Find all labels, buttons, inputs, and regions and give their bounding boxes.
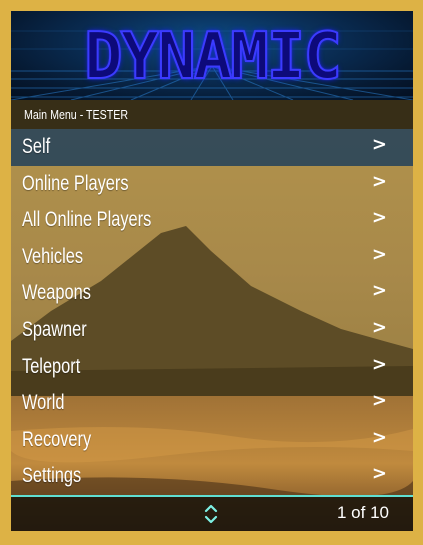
chevron-right-icon: > (371, 390, 387, 412)
menu-subtitle: Main Menu - TESTER (24, 107, 129, 122)
mod-menu-panel: DYNAMIC Main Menu - TESTER Self > Online… (11, 11, 413, 531)
mod-menu-frame: DYNAMIC Main Menu - TESTER Self > Online… (0, 0, 423, 545)
menu-list: Self > Online Players > All Online Playe… (11, 129, 413, 495)
chevron-right-icon: > (371, 243, 387, 265)
menu-item-label: Settings (22, 464, 82, 488)
menu-item-label: Weapons (22, 281, 91, 305)
menu-item-teleport[interactable]: Teleport > (11, 349, 413, 386)
menu-item-label: Teleport (22, 354, 81, 378)
menu-item-label: World (22, 391, 65, 415)
menu-item-weapons[interactable]: Weapons > (11, 275, 413, 312)
page-indicator: 1 of 10 (337, 503, 389, 522)
menu-item-label: Vehicles (22, 244, 84, 268)
chevron-right-icon: > (371, 426, 387, 448)
menu-banner: DYNAMIC (11, 11, 413, 100)
chevron-right-icon: > (371, 207, 387, 229)
menu-footer: 1 of 10 (11, 495, 413, 531)
subtitle-bar: Main Menu - TESTER (11, 100, 413, 129)
menu-item-vehicles[interactable]: Vehicles > (11, 239, 413, 276)
menu-item-settings[interactable]: Settings > (11, 458, 413, 495)
menu-item-online-players[interactable]: Online Players > (11, 166, 413, 203)
menu-item-self[interactable]: Self > (11, 129, 413, 166)
menu-item-label: Recovery (22, 427, 92, 451)
chevron-right-icon: > (371, 353, 387, 375)
banner-title: DYNAMIC (83, 19, 343, 95)
chevron-right-icon: > (371, 463, 387, 485)
menu-item-all-online-players[interactable]: All Online Players > (11, 202, 413, 239)
menu-item-label: All Online Players (22, 208, 152, 232)
up-down-chevron-icon (204, 504, 218, 524)
chevron-right-icon: > (371, 134, 387, 155)
menu-item-label: Spawner (22, 317, 87, 341)
menu-item-label: Online Players (22, 171, 129, 195)
menu-item-recovery[interactable]: Recovery > (11, 422, 413, 459)
chevron-right-icon: > (371, 280, 387, 302)
chevron-right-icon: > (371, 316, 387, 338)
menu-item-label: Self (22, 135, 51, 158)
chevron-right-icon: > (371, 170, 387, 192)
menu-item-world[interactable]: World > (11, 385, 413, 422)
menu-item-spawner[interactable]: Spawner > (11, 312, 413, 349)
